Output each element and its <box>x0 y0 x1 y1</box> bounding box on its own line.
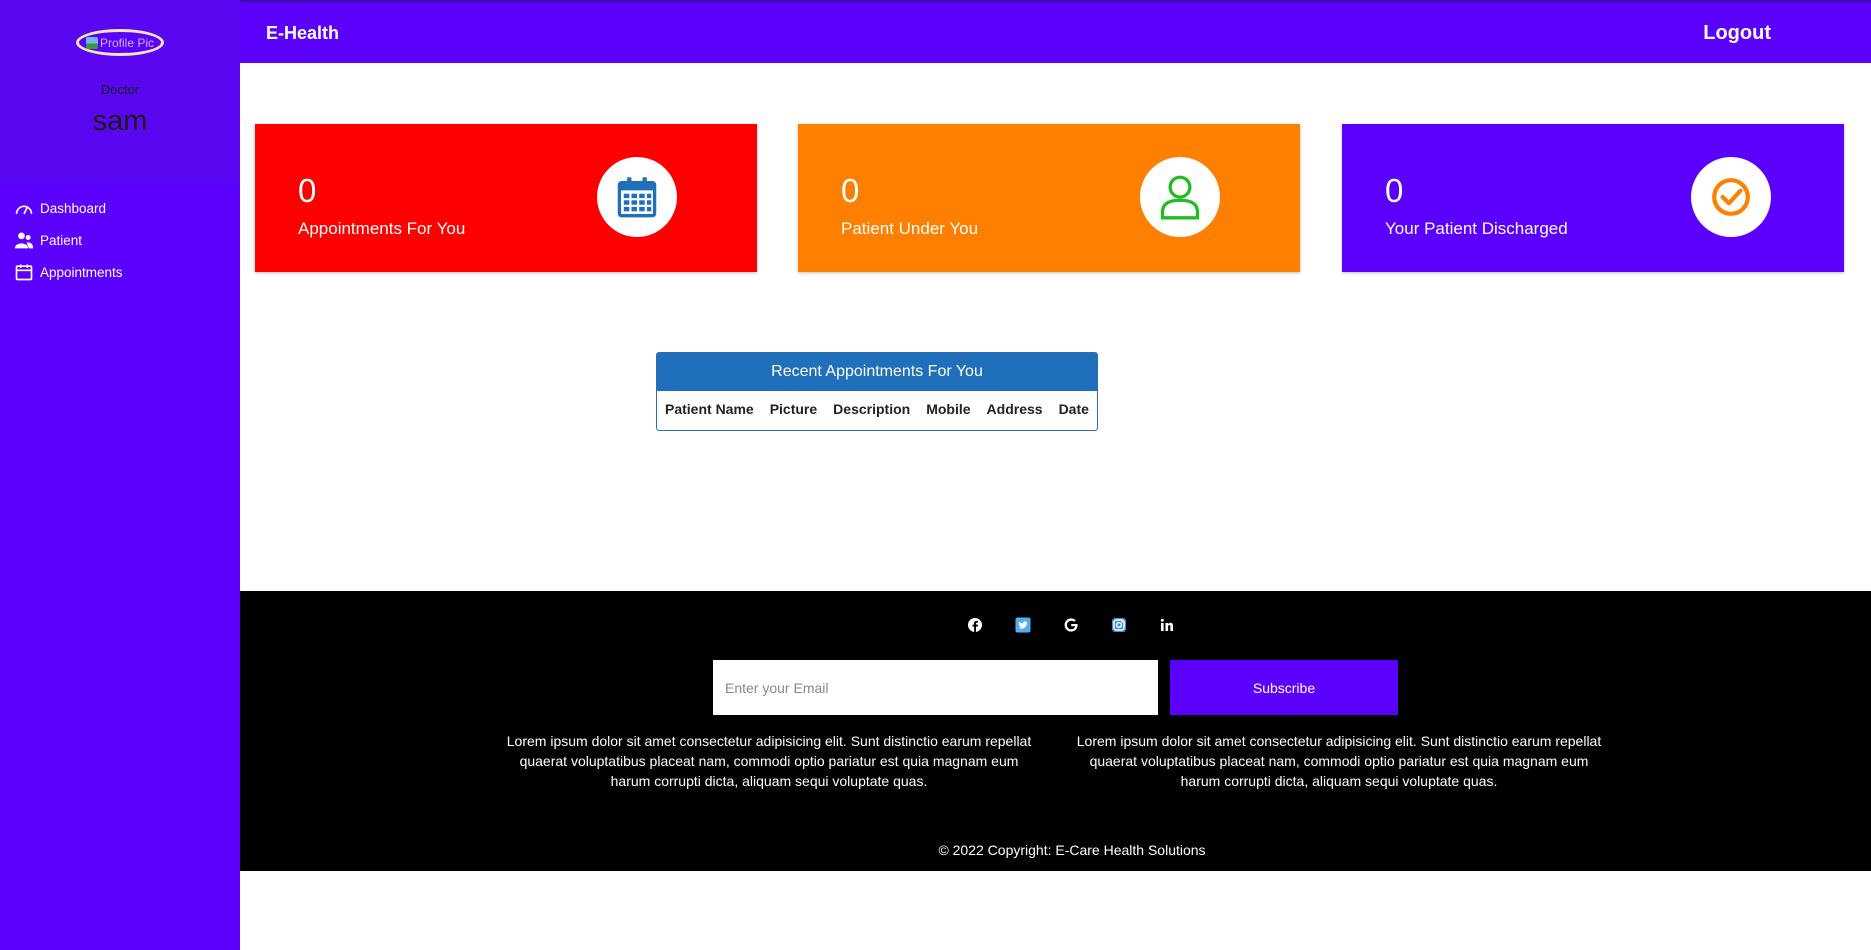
user-role: Doctor <box>100 82 140 97</box>
facebook-icon <box>968 618 982 632</box>
linkedin-icon <box>1160 618 1173 631</box>
stat-value: 0 <box>841 172 860 209</box>
panel-title: Recent Appointments For You <box>657 353 1097 391</box>
sidebar: Profile Pic Doctor sam Dashboard Patient <box>0 0 240 950</box>
stat-label: Your Patient Discharged <box>1385 219 1568 238</box>
copyright-text: © 2022 Copyright: E-Care Health Solution… <box>938 842 1206 858</box>
check-circle-icon <box>1712 178 1750 216</box>
stat-label: Patient Under You <box>841 219 979 238</box>
appointments-table: Patient Name Picture Description Mobile … <box>665 401 1097 417</box>
column-header: Picture <box>769 401 818 417</box>
sidebar-item-label: Dashboard <box>40 200 107 216</box>
facebook-link[interactable] <box>951 617 999 633</box>
stat-icon-circle <box>1140 157 1220 237</box>
stat-label: Appointments For You <box>298 219 466 238</box>
users-icon <box>14 232 34 249</box>
instagram-icon <box>1112 618 1126 632</box>
column-header: Date <box>1058 401 1089 417</box>
sidebar-item-label: Appointments <box>40 264 123 280</box>
table-header-row: Patient Name Picture Description Mobile … <box>665 401 1097 417</box>
brand-title[interactable]: E-Health <box>266 23 339 44</box>
social-links <box>951 617 1191 633</box>
footer-text-right: Lorem ipsum dolor sit amet consectetur a… <box>1076 733 1602 789</box>
column-header: Description <box>833 401 911 417</box>
user-name: sam <box>92 105 148 137</box>
stat-card-appointments: 0 Appointments For You <box>255 124 757 272</box>
sidebar-item-patient[interactable]: Patient <box>0 224 240 256</box>
avatar: Profile Pic <box>76 29 164 56</box>
stat-card-discharged: 0 Your Patient Discharged <box>1342 124 1844 272</box>
column-header: Patient Name <box>665 401 754 417</box>
top-navbar: E-Health Logout <box>240 0 1871 63</box>
stat-icon-circle <box>597 157 677 237</box>
column-header: Address <box>986 401 1043 417</box>
stat-value: 0 <box>298 172 317 209</box>
sidebar-item-appointments[interactable]: Appointments <box>0 256 240 288</box>
sidebar-item-label: Patient <box>40 232 83 248</box>
user-icon <box>1160 175 1200 220</box>
speedometer-icon <box>15 205 33 215</box>
sidebar-item-dashboard[interactable]: Dashboard <box>0 192 240 224</box>
google-icon <box>1064 618 1078 632</box>
logout-link[interactable]: Logout <box>1703 22 1771 45</box>
twitter-link[interactable] <box>999 617 1047 633</box>
stat-value: 0 <box>1385 172 1404 209</box>
footer-text-left: Lorem ipsum dolor sit amet consectetur a… <box>506 733 1032 789</box>
linkedin-link[interactable] <box>1143 617 1191 633</box>
instagram-link[interactable] <box>1095 617 1143 633</box>
stat-card-patients: 0 Patient Under You <box>798 124 1300 272</box>
column-header: Mobile <box>926 401 971 417</box>
footer: Subscribe Lorem ipsum dolor sit amet con… <box>240 591 1871 871</box>
email-input[interactable] <box>713 660 1158 715</box>
sidebar-nav: Dashboard Patient Appointments <box>0 183 240 288</box>
subscribe-button[interactable]: Subscribe <box>1170 660 1398 715</box>
calendar-icon <box>617 177 657 218</box>
google-link[interactable] <box>1047 617 1095 633</box>
stat-icon-circle <box>1691 157 1771 237</box>
recent-appointments-panel: Recent Appointments For You Patient Name… <box>656 352 1098 431</box>
twitter-icon <box>1015 617 1031 633</box>
profile-section: Profile Pic Doctor sam <box>0 0 240 183</box>
broken-image-icon <box>85 36 98 49</box>
app-root: Profile Pic Doctor sam Dashboard Patient <box>0 0 1871 950</box>
calendar-icon <box>15 264 33 281</box>
avatar-alt-text: Profile Pic <box>99 35 155 50</box>
